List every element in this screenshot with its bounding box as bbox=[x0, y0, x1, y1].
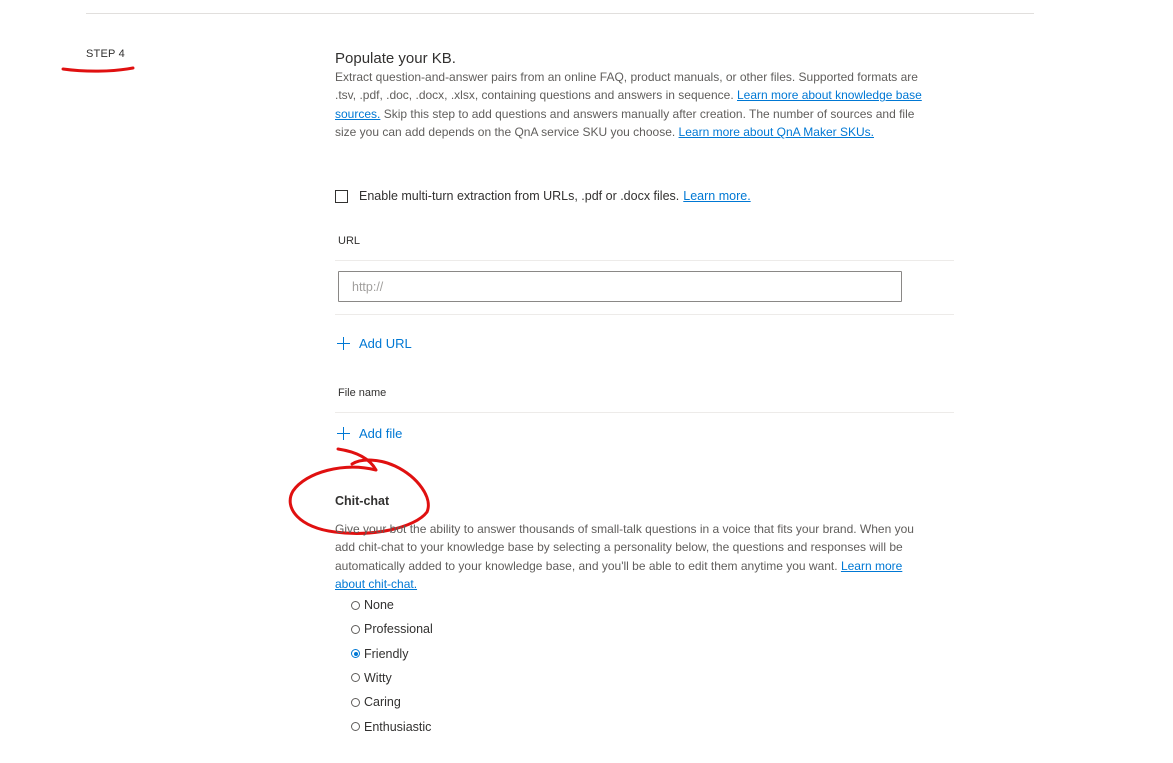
add-file-label: Add file bbox=[359, 426, 403, 441]
multiturn-checkbox[interactable] bbox=[335, 189, 348, 203]
radio-option-enthusiastic[interactable]: Enthusiastic bbox=[351, 720, 431, 734]
radio-button[interactable] bbox=[351, 722, 360, 731]
section-description: Extract question-and-answer pairs from a… bbox=[335, 70, 922, 139]
divider bbox=[335, 314, 954, 315]
radio-button[interactable] bbox=[351, 697, 360, 707]
section-title: Populate your KB. bbox=[335, 50, 456, 67]
multiturn-label: Enable multi-turn extraction from URLs, … bbox=[359, 189, 680, 203]
radio-option-witty[interactable]: Witty bbox=[351, 671, 392, 685]
section-divider bbox=[86, 13, 1034, 14]
chitchat-title: Chit-chat bbox=[335, 494, 390, 508]
qna-skus-link[interactable]: Learn more about QnA Maker SKUs. bbox=[679, 125, 874, 139]
radio-option-none[interactable]: None bbox=[351, 598, 394, 612]
add-file-button[interactable]: Add file bbox=[337, 426, 402, 441]
add-url-button[interactable]: Add URL bbox=[337, 336, 412, 351]
radio-label: Friendly bbox=[364, 646, 409, 661]
multiturn-learn-more-link[interactable]: Learn more. bbox=[683, 189, 750, 203]
step-underline-mark bbox=[61, 66, 135, 73]
radio-option-professional[interactable]: Professional bbox=[351, 622, 433, 636]
url-input[interactable] bbox=[338, 271, 902, 302]
radio-button[interactable] bbox=[351, 649, 360, 659]
multiturn-option: Enable multi-turn extraction from URLs, … bbox=[335, 189, 751, 203]
plus-icon bbox=[337, 337, 350, 350]
radio-label: Professional bbox=[364, 622, 433, 637]
radio-button[interactable] bbox=[351, 673, 360, 683]
radio-option-caring[interactable]: Caring bbox=[351, 695, 401, 709]
radio-button[interactable] bbox=[351, 600, 360, 610]
url-column-header: URL bbox=[338, 235, 361, 247]
radio-button[interactable] bbox=[351, 624, 360, 634]
file-column-header: File name bbox=[338, 387, 387, 399]
radio-label: Witty bbox=[364, 670, 392, 685]
plus-icon bbox=[337, 427, 350, 440]
divider bbox=[335, 412, 954, 413]
radio-option-friendly[interactable]: Friendly bbox=[351, 647, 408, 661]
step-label: STEP 4 bbox=[86, 48, 125, 60]
divider bbox=[335, 260, 954, 261]
radio-label: None bbox=[364, 598, 394, 612]
radio-label: Enthusiastic bbox=[364, 719, 432, 734]
radio-label: Caring bbox=[364, 695, 401, 710]
add-url-label: Add URL bbox=[359, 336, 412, 351]
chitchat-description: Give your bot the ability to answer thou… bbox=[335, 522, 914, 591]
